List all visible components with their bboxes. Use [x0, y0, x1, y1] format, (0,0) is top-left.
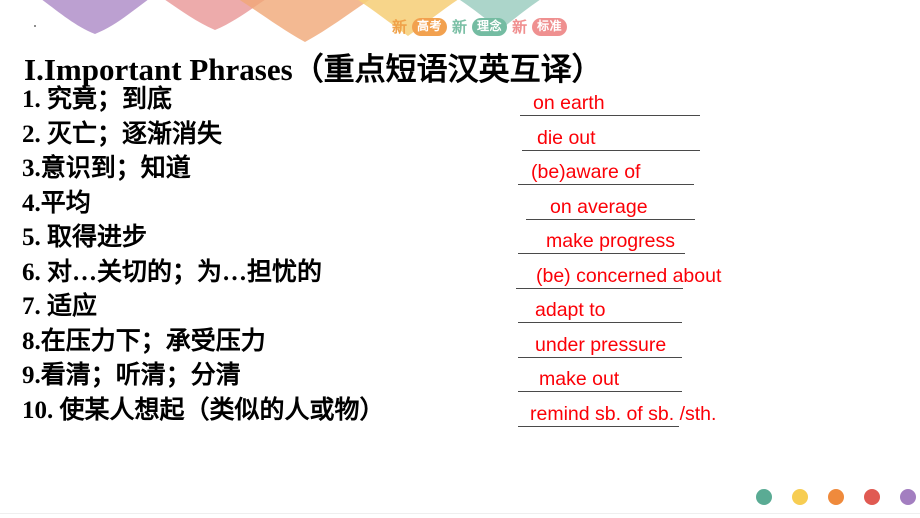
phrase-answer: (be) concerned about	[536, 264, 722, 287]
phrase-row: 1. 究竟；到底 on earth	[22, 84, 902, 119]
phrase-answer-blank[interactable]: make out	[518, 360, 769, 392]
footer-divider	[0, 513, 920, 514]
phrase-answer: adapt to	[535, 299, 606, 321]
brand-logo: 新 高考 新 理念 新 标准	[390, 16, 569, 38]
phrase-prompt: 2. 灭亡；逐渐消失	[22, 120, 223, 148]
slide-marker-dot	[178, 172, 183, 177]
footer-dot-3	[828, 489, 844, 505]
phrase-answer: on average	[550, 195, 648, 218]
phrase-list: 1. 究竟；到底 on earth 2. 灭亡；逐渐消失 die out 3.意识到；知…	[22, 84, 902, 429]
brand-pill-biaozhun: 标准	[532, 18, 568, 36]
phrase-prompt: 10. 使某人想起（类似的人或物）	[22, 396, 385, 424]
footer-decoration	[756, 489, 916, 505]
answer-underline	[518, 322, 682, 323]
answer-underline	[516, 287, 683, 289]
phrase-prompt: 9.看清；听清；分清	[22, 362, 241, 389]
phrase-answer-blank[interactable]: (be)aware of	[518, 153, 761, 185]
phrase-answer: under pressure	[535, 333, 667, 356]
footer-dot-1	[756, 489, 772, 505]
answer-underline	[518, 356, 682, 358]
phrase-answer: make progress	[546, 230, 675, 252]
petal-pink	[165, 0, 265, 30]
phrase-prompt: 5. 取得进步	[22, 224, 148, 251]
phrase-answer-blank[interactable]: adapt to	[518, 291, 765, 323]
phrase-answer-blank[interactable]: on average	[526, 188, 780, 220]
page-title: I.Important Phrases（重点短语汉英互译）	[24, 52, 603, 87]
phrase-row: 2. 灭亡；逐渐消失 die out	[22, 119, 902, 154]
phrase-row: 7. 适应 adapt to	[22, 291, 902, 326]
phrase-answer-blank[interactable]: die out	[522, 119, 767, 151]
footer-dot-4	[864, 489, 880, 505]
brand-xin-2: 新	[452, 17, 468, 36]
phrase-row: 5. 取得进步 make progress	[22, 222, 902, 257]
phrase-prompt: 3.意识到；知道	[22, 155, 191, 182]
answer-underline	[518, 391, 682, 392]
answer-underline	[520, 115, 700, 116]
phrase-row: 9.看清；听清；分清 make out	[22, 360, 902, 395]
petal-orange	[239, 0, 370, 42]
phrase-answer: make out	[539, 368, 620, 390]
footer-dot-5	[900, 489, 916, 505]
phrase-answer: remind sb. of sb. /sth.	[530, 402, 717, 425]
phrase-answer: on earth	[533, 92, 605, 114]
phrase-row: 8.在压力下；承受压力 under pressure	[22, 326, 902, 361]
footer-dot-2	[792, 489, 808, 505]
answer-underline	[522, 149, 700, 151]
petal-purple	[42, 0, 148, 34]
answer-underline	[518, 184, 694, 185]
brand-pill-linian: 理念	[472, 18, 508, 36]
phrase-row: 3.意识到；知道 (be)aware of	[22, 153, 902, 188]
phrase-answer-blank[interactable]: remind sb. of sb. /sth.	[518, 395, 760, 427]
brand-pill-gaokao: 高考	[412, 18, 448, 36]
brand-xin-3: 新	[512, 17, 528, 36]
phrase-answer-blank[interactable]: under pressure	[518, 326, 765, 358]
phrase-prompt: 1. 究竟；到底	[22, 86, 173, 113]
phrase-prompt: 8.在压力下；承受压力	[22, 327, 266, 355]
slide-canvas: 新 高考 新 理念 新 标准 I.Important Phrases（重点短语汉…	[0, 0, 920, 518]
phrase-answer: die out	[537, 126, 596, 149]
phrase-answer-blank[interactable]: (be) concerned about	[516, 257, 766, 289]
answer-underline	[518, 253, 685, 254]
phrase-row: 6. 对…关切的；为…担忧的 (be) concerned about	[22, 257, 902, 292]
brand-xin-1: 新	[392, 17, 408, 36]
decoration-dot	[34, 25, 36, 27]
phrase-row: 4.平均 on average	[22, 188, 902, 223]
phrase-prompt: 4.平均	[22, 189, 91, 217]
phrase-answer: (be)aware of	[531, 161, 641, 183]
answer-underline	[526, 218, 695, 220]
answer-underline	[518, 425, 679, 427]
phrase-prompt: 6. 对…关切的；为…担忧的	[22, 258, 323, 286]
phrase-prompt: 7. 适应	[22, 293, 98, 320]
phrase-row: 10. 使某人想起（类似的人或物） remind sb. of sb. /sth.	[22, 395, 902, 430]
phrase-answer-blank[interactable]: make progress	[518, 222, 776, 254]
phrase-answer-blank[interactable]: on earth	[520, 84, 763, 116]
